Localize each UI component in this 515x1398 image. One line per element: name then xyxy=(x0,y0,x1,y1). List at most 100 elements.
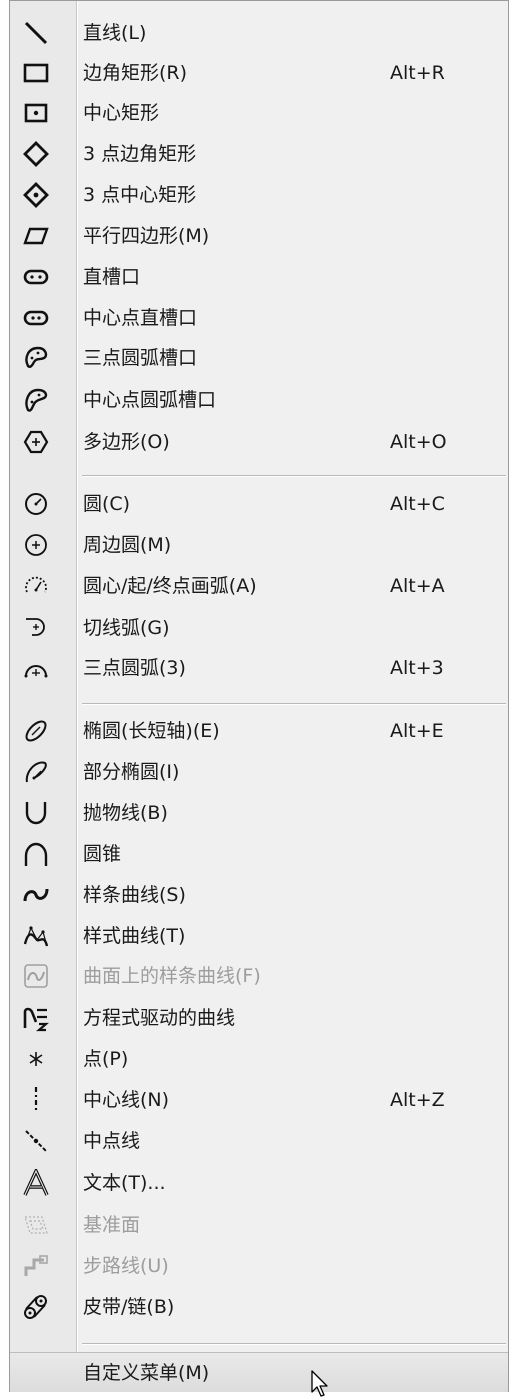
menu-item-label: 步路线(U) xyxy=(83,1255,169,1277)
menu-item-shortcut: Alt+E xyxy=(390,720,444,742)
menu-item-label: 切线弧(G) xyxy=(83,617,170,639)
menu-item-parabola[interactable]: 抛物线(B) xyxy=(10,793,508,833)
menu-item-label: 方程式驱动的曲线 xyxy=(83,1007,236,1029)
menu-item-three-point-arc-slot[interactable]: 三点圆弧槽口 xyxy=(10,338,508,378)
menu-item-label: 平行四边形(M) xyxy=(83,225,210,247)
equation-curve-icon xyxy=(22,1004,50,1032)
menu-item-three-point-corner-rectangle[interactable]: 3 点边角矩形 xyxy=(10,134,508,174)
three-point-center-rectangle-icon xyxy=(22,181,50,209)
menu-item-route-line: 步路线(U) xyxy=(10,1246,508,1286)
menu-item-centerpoint-arc[interactable]: 圆心/起/终点画弧(A) Alt+A xyxy=(10,566,508,606)
menu-item-label: 直线(L) xyxy=(83,22,147,44)
menu-item-circle[interactable]: 圆(C) Alt+C xyxy=(10,484,508,524)
menu-item-label: 文本(T)... xyxy=(83,1172,166,1194)
point-icon xyxy=(22,1045,50,1073)
menu-item-parallelogram[interactable]: 平行四边形(M) xyxy=(10,216,508,256)
menu-item-centerpoint-straight-slot[interactable]: 中心点直槽口 xyxy=(10,298,508,338)
menu-item-corner-rectangle[interactable]: 边角矩形(R) Alt+R xyxy=(10,53,508,93)
menu-separator xyxy=(82,1343,506,1345)
menu-item-customize-menu[interactable]: 自定义菜单(M) xyxy=(10,1352,508,1392)
perimeter-circle-icon xyxy=(22,531,50,559)
ellipse-icon xyxy=(22,717,50,745)
route-line-icon xyxy=(22,1252,50,1280)
menu-item-equation-curve[interactable]: 方程式驱动的曲线 xyxy=(10,998,508,1038)
menu-item-label: 样式曲线(T) xyxy=(83,925,186,947)
menu-item-label: 圆心/起/终点画弧(A) xyxy=(83,575,257,597)
three-point-corner-rectangle-icon xyxy=(22,140,50,168)
menu-item-label: 多边形(O) xyxy=(83,431,170,453)
straight-slot-icon xyxy=(22,263,50,291)
menu-separator xyxy=(82,703,506,705)
parabola-icon xyxy=(22,799,50,827)
belt-chain-icon xyxy=(22,1293,50,1321)
menu-item-point[interactable]: 点(P) xyxy=(10,1039,508,1079)
centerpoint-straight-slot-icon xyxy=(22,304,50,332)
menu-item-shortcut: Alt+R xyxy=(390,62,445,84)
menu-item-label: 圆(C) xyxy=(83,493,131,515)
menu-item-label: 中心矩形 xyxy=(83,102,160,124)
menu-item-style-spline[interactable]: 样式曲线(T) xyxy=(10,916,508,956)
menu-item-label: 3 点边角矩形 xyxy=(83,143,197,165)
centerline-icon xyxy=(22,1086,50,1114)
menu-item-spline-on-surface: 曲面上的样条曲线(F) xyxy=(10,956,508,996)
menu-item-polygon[interactable]: 多边形(O) Alt+O xyxy=(10,422,508,462)
centerpoint-arc-slot-icon xyxy=(22,386,50,414)
menu-item-line[interactable]: 直线(L) xyxy=(10,13,508,53)
menu-item-label: 曲面上的样条曲线(F) xyxy=(83,965,261,987)
menu-item-label: 三点圆弧(3) xyxy=(83,657,186,679)
plane-icon xyxy=(22,1211,50,1239)
polygon-icon xyxy=(22,428,50,456)
menu-item-centerpoint-arc-slot[interactable]: 中心点圆弧槽口 xyxy=(10,380,508,420)
menu-item-shortcut: Alt+C xyxy=(390,493,445,515)
menu-item-label: 周边圆(M) xyxy=(83,534,172,556)
menu-item-label: 自定义菜单(M) xyxy=(83,1362,210,1384)
sketch-entities-menu: 直线(L) 边角矩形(R) Alt+R 中心矩形 3 点边角矩形 3 点中心矩形平行四边形… xyxy=(9,0,509,1392)
menu-item-label: 三点圆弧槽口 xyxy=(83,347,198,369)
menu-item-label: 中心线(N) xyxy=(83,1089,170,1111)
center-rectangle-icon xyxy=(22,99,50,127)
parallelogram-icon xyxy=(22,222,50,250)
menu-item-perimeter-circle[interactable]: 周边圆(M) xyxy=(10,525,508,565)
conic-icon xyxy=(22,840,50,868)
menu-item-shortcut: Alt+3 xyxy=(390,657,444,679)
menu-item-three-point-arc[interactable]: 三点圆弧(3) Alt+3 xyxy=(10,648,508,688)
menu-item-center-rectangle[interactable]: 中心矩形 xyxy=(10,93,508,133)
text-icon xyxy=(22,1169,50,1197)
menu-item-three-point-center-rectangle[interactable]: 3 点中心矩形 xyxy=(10,175,508,215)
style-spline-icon xyxy=(22,922,50,950)
menu-item-label: 边角矩形(R) xyxy=(83,62,188,84)
menu-item-shortcut: Alt+O xyxy=(390,431,447,453)
menu-item-label: 抛物线(B) xyxy=(83,802,168,824)
partial-ellipse-icon xyxy=(22,758,50,786)
three-point-arc-slot-icon xyxy=(22,344,50,372)
menu-separator xyxy=(82,475,506,477)
spline-on-surface-icon xyxy=(22,962,50,990)
menu-item-belt-chain[interactable]: 皮带/链(B) xyxy=(10,1287,508,1327)
menu-item-label: 圆锥 xyxy=(83,843,122,865)
menu-item-plane: 基准面 xyxy=(10,1205,508,1245)
menu-item-straight-slot[interactable]: 直槽口 xyxy=(10,257,508,297)
menu-item-text[interactable]: 文本(T)... xyxy=(10,1163,508,1203)
menu-item-shortcut: Alt+A xyxy=(390,575,445,597)
menu-item-midpoint-line[interactable]: 中点线 xyxy=(10,1121,508,1161)
centerpoint-arc-icon xyxy=(22,572,50,600)
corner-rectangle-icon xyxy=(22,59,50,87)
mouse-cursor-icon xyxy=(311,1370,328,1397)
menu-item-centerline[interactable]: 中心线(N) Alt+Z xyxy=(10,1080,508,1120)
midpoint-line-icon xyxy=(22,1127,50,1155)
menu-item-label: 皮带/链(B) xyxy=(83,1296,175,1318)
spline-icon xyxy=(22,881,50,909)
menu-item-label: 中点线 xyxy=(83,1130,141,1152)
menu-item-label: 基准面 xyxy=(83,1214,141,1236)
line-icon xyxy=(22,19,50,47)
menu-item-shortcut: Alt+Z xyxy=(390,1089,445,1111)
menu-item-label: 点(P) xyxy=(83,1048,129,1070)
menu-item-partial-ellipse[interactable]: 部分椭圆(I) xyxy=(10,752,508,792)
menu-item-spline[interactable]: 样条曲线(S) xyxy=(10,875,508,915)
menu-item-label: 直槽口 xyxy=(83,266,141,288)
menu-item-tangent-arc[interactable]: 切线弧(G) xyxy=(10,608,508,648)
menu-item-conic[interactable]: 圆锥 xyxy=(10,834,508,874)
menu-item-ellipse[interactable]: 椭圆(长短轴)(E) Alt+E xyxy=(10,711,508,751)
tangent-arc-icon xyxy=(22,614,50,642)
menu-item-label: 椭圆(长短轴)(E) xyxy=(83,720,220,742)
